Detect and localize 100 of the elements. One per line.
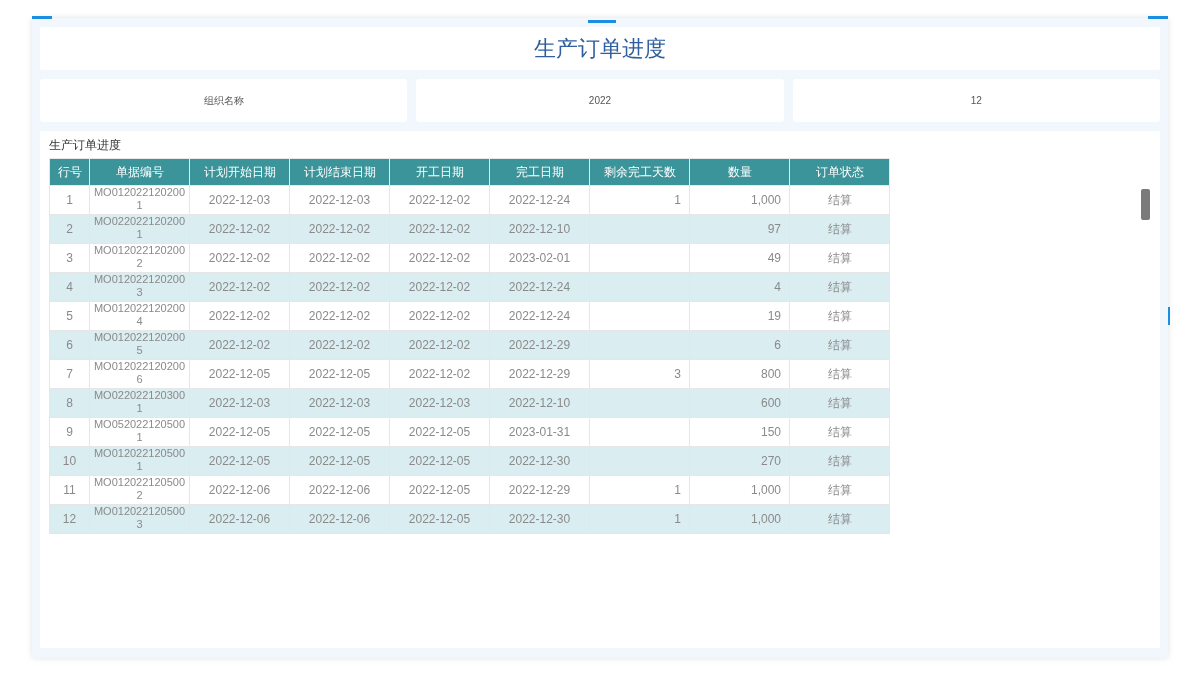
table-cell-text: 2022-12-02 bbox=[308, 221, 371, 238]
filter-field[interactable]: 2022 bbox=[416, 79, 784, 122]
table-cell-text: 2023-01-31 bbox=[508, 424, 571, 441]
table-cell-text: 2022-12-02 bbox=[408, 308, 471, 325]
scrollbar-thumb[interactable] bbox=[1141, 189, 1150, 220]
table-cell-text: 1 bbox=[674, 192, 681, 209]
table-cell-text: 结算 bbox=[827, 424, 852, 441]
table-cell-text: 2022-12-02 bbox=[308, 279, 371, 296]
table-cell: MO0220221203001 bbox=[92, 389, 187, 415]
table-cell-text: 2022-12-02 bbox=[408, 192, 471, 209]
column-header: 计划结束日期 bbox=[289, 158, 390, 186]
table-cell-text: 结算 bbox=[827, 395, 852, 412]
table-cell-text: 2022-12-05 bbox=[408, 424, 471, 441]
table-cell-text: 1 bbox=[674, 511, 681, 528]
table-cell-text: 5 bbox=[66, 308, 73, 325]
table-cell: MO0120221202004 bbox=[92, 302, 187, 328]
table-cell-text: 结算 bbox=[827, 482, 852, 499]
table-cell-text: 结算 bbox=[827, 366, 852, 383]
table-cell-text: 6 bbox=[66, 337, 73, 354]
table-cell-text: 结算 bbox=[827, 308, 852, 325]
column-header: 单据编号 bbox=[89, 158, 190, 186]
table-cell: MO0520221205001 bbox=[92, 418, 187, 444]
table-cell-text: 2022-12-05 bbox=[408, 453, 471, 470]
table-cell: MO0120221202005 bbox=[92, 331, 187, 357]
table-cell-text: 2022-12-30 bbox=[508, 453, 571, 470]
table-cell-text: 2 bbox=[66, 221, 73, 238]
table-cell-text: 1 bbox=[66, 192, 73, 209]
table-cell-text: 8 bbox=[66, 395, 73, 412]
accent-bar bbox=[1168, 307, 1170, 325]
table-cell-text: 19 bbox=[767, 308, 781, 325]
column-header: 行号 bbox=[49, 158, 90, 186]
table-cell-text: 2022-12-05 bbox=[308, 366, 371, 383]
table-cell-text: 3 bbox=[66, 250, 73, 267]
filter-field[interactable]: 组织名称 bbox=[40, 79, 408, 122]
table-cell-text: 1,000 bbox=[750, 482, 781, 499]
table-cell-text: 2022-12-02 bbox=[208, 221, 271, 238]
table-cell-text: 结算 bbox=[827, 221, 852, 238]
table-cell-text: 2022-12-06 bbox=[208, 482, 271, 499]
table-cell-text: 9 bbox=[66, 424, 73, 441]
table-cell-text: 49 bbox=[767, 250, 781, 267]
table-cell-text: 4 bbox=[66, 279, 73, 296]
table-cell: MO0120221205001 bbox=[92, 447, 187, 473]
table-cell-text: 2022-12-06 bbox=[208, 511, 271, 528]
table-cell: MO0120221202006 bbox=[92, 360, 187, 386]
table-cell-text: 2022-12-30 bbox=[508, 511, 571, 528]
table-cell-text: 7 bbox=[66, 366, 73, 383]
table-cell-text: 12 bbox=[62, 511, 77, 528]
table-cell-text: 2023-02-01 bbox=[508, 250, 571, 267]
table-cell-text: 10 bbox=[62, 453, 77, 470]
table-cell-text: 4 bbox=[774, 279, 781, 296]
table-cell-text: 2022-12-29 bbox=[508, 337, 571, 354]
table-cell-text: 2022-12-06 bbox=[308, 511, 371, 528]
table-cell-text: 2022-12-05 bbox=[208, 424, 271, 441]
accent-bar bbox=[1148, 16, 1168, 19]
table-cell-text: 2022-12-02 bbox=[308, 308, 371, 325]
table-cell-text: 2022-12-05 bbox=[308, 424, 371, 441]
table-cell-text: 2022-12-02 bbox=[408, 337, 471, 354]
filter-field[interactable]: 12 bbox=[792, 79, 1160, 122]
column-header: 剩余完工天数 bbox=[589, 158, 690, 186]
table-cell-text: 2022-12-02 bbox=[408, 250, 471, 267]
table-cell-text: 11 bbox=[63, 482, 76, 499]
table-cell-text: 2022-12-03 bbox=[308, 395, 371, 412]
table-cell-text: 2022-12-10 bbox=[508, 395, 571, 412]
table-cell-text: 2022-12-29 bbox=[508, 366, 571, 383]
table-cell-text: 1,000 bbox=[750, 192, 781, 209]
column-header: 计划开始日期 bbox=[189, 158, 290, 186]
table-cell-text: 2022-12-06 bbox=[308, 482, 371, 499]
table-cell-text: 2022-12-02 bbox=[308, 337, 371, 354]
table-cell-text: 2022-12-29 bbox=[508, 482, 571, 499]
table-cell-text: 结算 bbox=[827, 279, 852, 296]
column-header: 订单状态 bbox=[789, 158, 890, 186]
accent-bar bbox=[588, 20, 616, 23]
column-header: 数量 bbox=[689, 158, 790, 186]
table-cell-text: 2022-12-05 bbox=[208, 453, 271, 470]
table-cell-text: 2022-12-10 bbox=[508, 221, 571, 238]
table-cell-text: 结算 bbox=[827, 511, 852, 528]
table-cell-text: 270 bbox=[760, 453, 781, 470]
table-cell-text: 2022-12-24 bbox=[508, 192, 571, 209]
table-cell-text: 2022-12-02 bbox=[308, 250, 371, 267]
table-cell: MO0120221205002 bbox=[92, 476, 187, 502]
table-cell-text: 2022-12-02 bbox=[208, 250, 271, 267]
table-cell-text: 2022-12-03 bbox=[308, 192, 371, 209]
table-cell-text: 结算 bbox=[827, 250, 852, 267]
table-cell-text: 150 bbox=[760, 424, 781, 441]
table-cell-text: 2022-12-02 bbox=[408, 221, 471, 238]
table-cell-text: 2022-12-02 bbox=[208, 337, 271, 354]
table-cell-text: 2022-12-02 bbox=[408, 366, 471, 383]
table-cell-text: 2022-12-03 bbox=[208, 395, 271, 412]
table-cell-text: 2022-12-24 bbox=[508, 308, 571, 325]
table-cell-text: 800 bbox=[760, 366, 781, 383]
table-cell-text: 600 bbox=[760, 395, 781, 412]
table-cell-text: 1 bbox=[674, 482, 681, 499]
table-cell-text: 3 bbox=[674, 366, 681, 383]
accent-bar bbox=[32, 16, 52, 19]
table-cell-text: 2022-12-05 bbox=[408, 511, 471, 528]
table-cell: MO0120221202003 bbox=[92, 273, 187, 299]
page-title: 生产订单进度 bbox=[534, 35, 666, 63]
table-cell-text: 2022-12-03 bbox=[208, 192, 271, 209]
table-cell-text: 结算 bbox=[827, 453, 852, 470]
table-cell-text: 1,000 bbox=[750, 511, 781, 528]
